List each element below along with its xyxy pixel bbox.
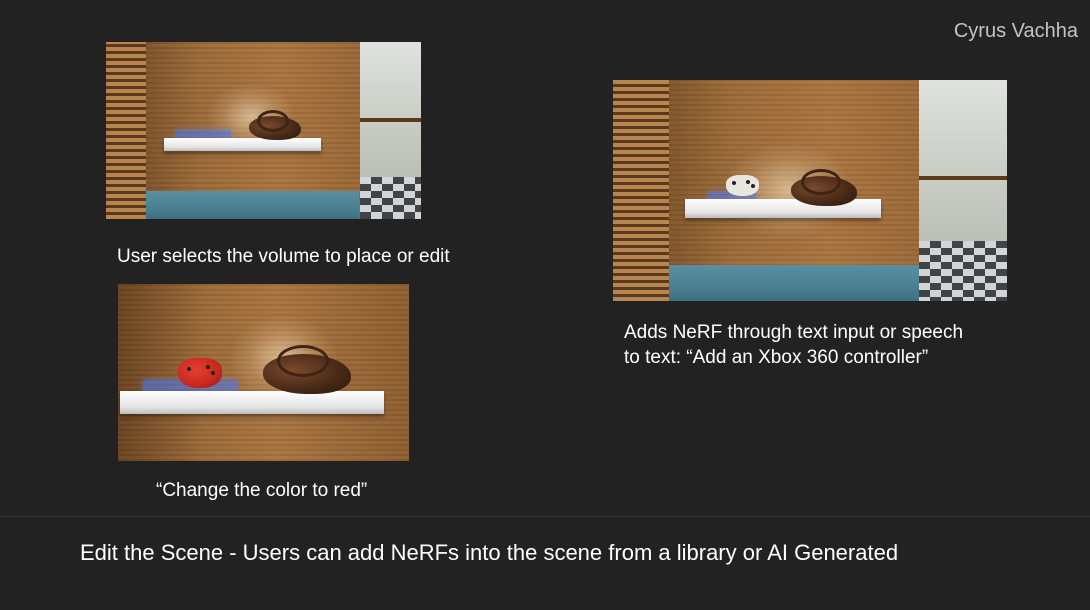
divider [0, 516, 1090, 517]
xbox-controller-model [726, 175, 759, 196]
caption-add-controller-line1: Adds NeRF through text input or speech [624, 322, 964, 343]
scene-image-select-volume [106, 42, 421, 219]
window [360, 42, 421, 219]
shelf [164, 138, 321, 151]
scene-image-add-controller [613, 80, 1007, 301]
wood-slats [106, 42, 146, 219]
scene-image-change-color [118, 284, 409, 461]
window [919, 80, 1007, 301]
floor-pool [669, 265, 919, 301]
vr-headset-model [249, 110, 301, 140]
shelf [120, 391, 384, 414]
vr-headset-model [791, 169, 857, 206]
xbox-controller-model [178, 358, 222, 388]
wood-slats [613, 80, 669, 301]
slide-footer-text: Edit the Scene - Users can add NeRFs int… [80, 540, 899, 565]
shelf [685, 199, 881, 218]
caption-select-volume: User selects the volume to place or edit [117, 246, 450, 267]
caption-change-color: “Change the color to red” [156, 480, 368, 501]
floor-pool [146, 191, 359, 219]
author-name: Cyrus Vachha [953, 20, 1078, 42]
vr-headset-model [263, 345, 351, 394]
caption-add-controller-line2: to text: “Add an Xbox 360 controller” [624, 347, 929, 368]
